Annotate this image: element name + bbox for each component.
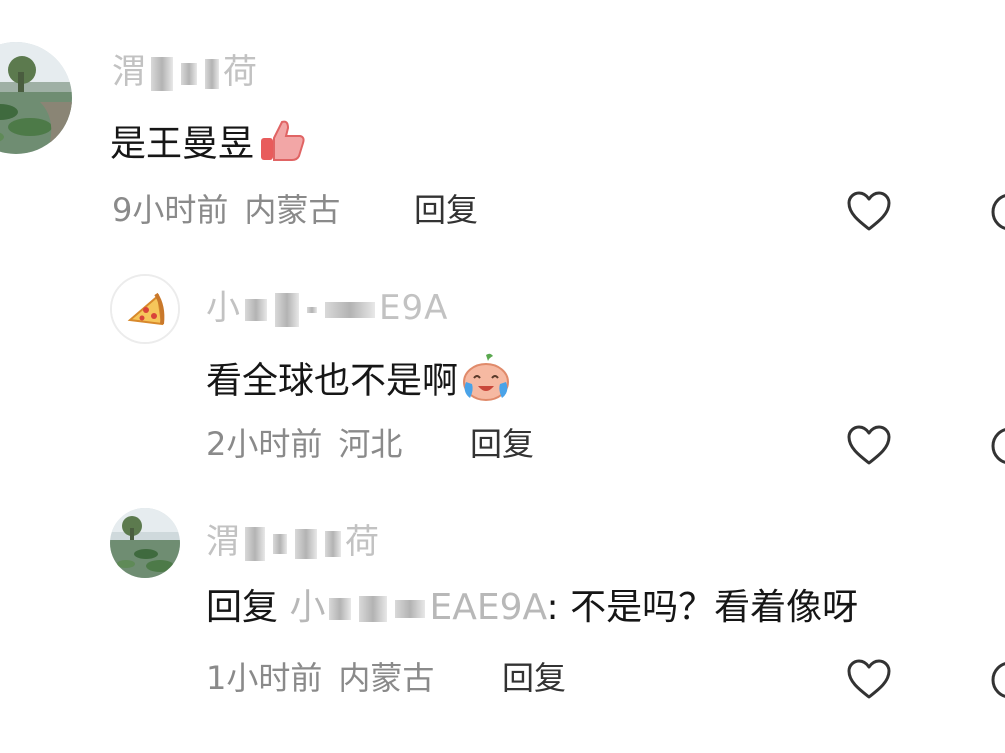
comment-username[interactable]: 小 E9A [206,288,448,328]
reply-text: : 不是吗？看着像呀 [546,587,859,628]
comment-meta: 9小时前 内蒙古 [112,190,340,230]
comment-text: 是王曼昱 [110,118,306,173]
comment-text: 看全球也不是啊 [206,352,512,413]
comment-username[interactable]: 渭荷 [206,522,380,562]
dislike-icon[interactable] [990,192,1005,232]
reply-button[interactable]: 回复 [414,190,478,230]
heart-icon[interactable] [846,424,892,466]
comment-time: 2小时前 [206,425,323,463]
comment-time: 1小时前 [206,659,323,697]
reply-item: 渭荷 回复 小 EAE9A: 不是吗？看着像呀 1小时前 内蒙古 回复 [0,482,1005,753]
heart-icon[interactable] [846,190,892,232]
comment-time: 9小时前 [112,191,229,229]
comment-location: 内蒙古 [244,191,341,229]
heart-icon[interactable] [846,658,892,700]
comment-meta: 1小时前 内蒙古 [206,658,434,698]
comment-username[interactable]: 渭荷 [112,52,258,92]
thumbs-up-emoji-icon [258,118,306,173]
avatar[interactable] [110,508,180,578]
comment-text: 回复 小 EAE9A: 不是吗？看着像呀 [206,586,858,630]
reply-button[interactable]: 回复 [502,658,566,698]
comment-meta: 2小时前 河北 [206,424,402,464]
comment-location: 内蒙古 [338,659,435,697]
comment-item: 渭荷 是王曼昱 9小时前 内蒙古 回复 [0,0,1005,250]
reply-prefix: 回复 [206,587,279,628]
dislike-icon[interactable] [990,426,1005,466]
reply-target-username[interactable]: 小 EAE9A [289,587,546,628]
avatar[interactable] [110,274,180,344]
crying-laughing-emoji-icon [460,352,512,413]
avatar[interactable] [0,42,72,154]
comment-location: 河北 [338,425,403,463]
reply-button[interactable]: 回复 [470,424,534,464]
reply-item: 小 E9A 看全球也不是啊 2小时前 河北 回复 [0,250,1005,482]
dislike-icon[interactable] [990,660,1005,700]
comment-thread: 渭荷 是王曼昱 9小时前 内蒙古 回复 小 E9A 看全球也不是啊 2小时前 河… [0,0,1005,753]
